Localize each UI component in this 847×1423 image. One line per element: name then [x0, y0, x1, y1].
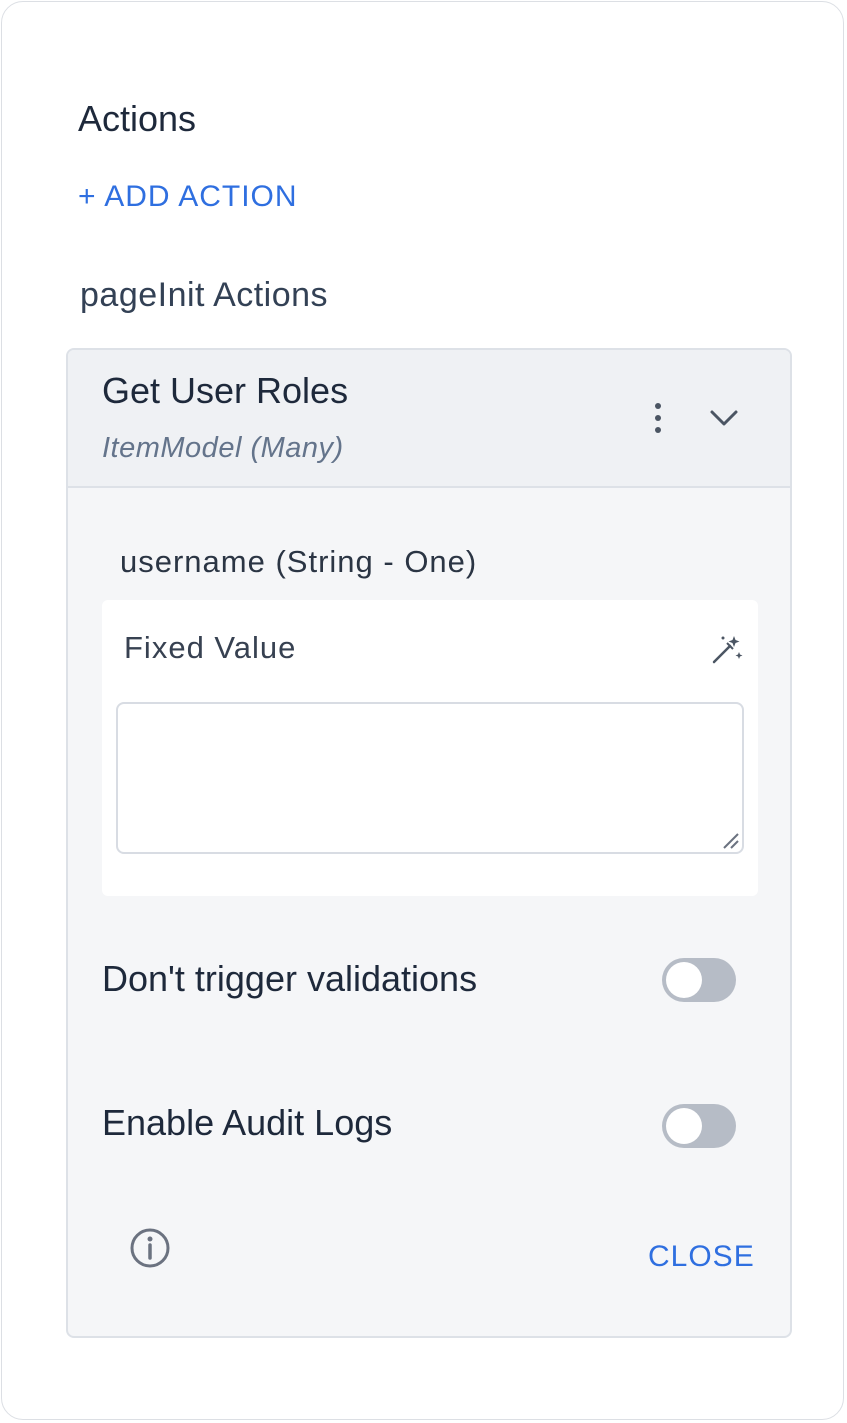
actions-panel: Actions + ADD ACTION pageInit Actions Ge…: [1, 1, 844, 1420]
fixed-value-input[interactable]: [116, 702, 744, 854]
add-action-button[interactable]: + ADD ACTION: [78, 180, 298, 214]
resize-handle-icon[interactable]: [720, 830, 740, 850]
panel-title: Actions: [78, 98, 197, 139]
toggle-knob: [666, 962, 702, 998]
action-title: Get User Roles: [102, 370, 349, 411]
action-card-header[interactable]: Get User Roles ItemModel (Many): [68, 350, 790, 488]
dont-trigger-validations-toggle[interactable]: [662, 958, 736, 1002]
action-card: Get User Roles ItemModel (Many) username…: [66, 348, 792, 1338]
action-model-subtitle: ItemModel (Many): [102, 432, 344, 464]
close-button[interactable]: CLOSE: [648, 1240, 755, 1274]
info-icon[interactable]: [128, 1226, 172, 1270]
dont-trigger-validations-label: Don't trigger validations: [102, 958, 478, 999]
parameter-label: username (String - One): [120, 544, 478, 579]
chevron-down-icon[interactable]: [704, 398, 744, 438]
enable-audit-logs-toggle[interactable]: [662, 1104, 736, 1148]
toggle-knob: [666, 1108, 702, 1144]
value-type-label: Fixed Value: [124, 630, 297, 665]
magic-wand-icon[interactable]: [708, 632, 744, 668]
parameter-value-box: Fixed Value: [102, 600, 758, 896]
pageinit-actions-title: pageInit Actions: [80, 276, 329, 314]
kebab-icon[interactable]: [638, 398, 678, 438]
enable-audit-logs-label: Enable Audit Logs: [102, 1102, 393, 1143]
